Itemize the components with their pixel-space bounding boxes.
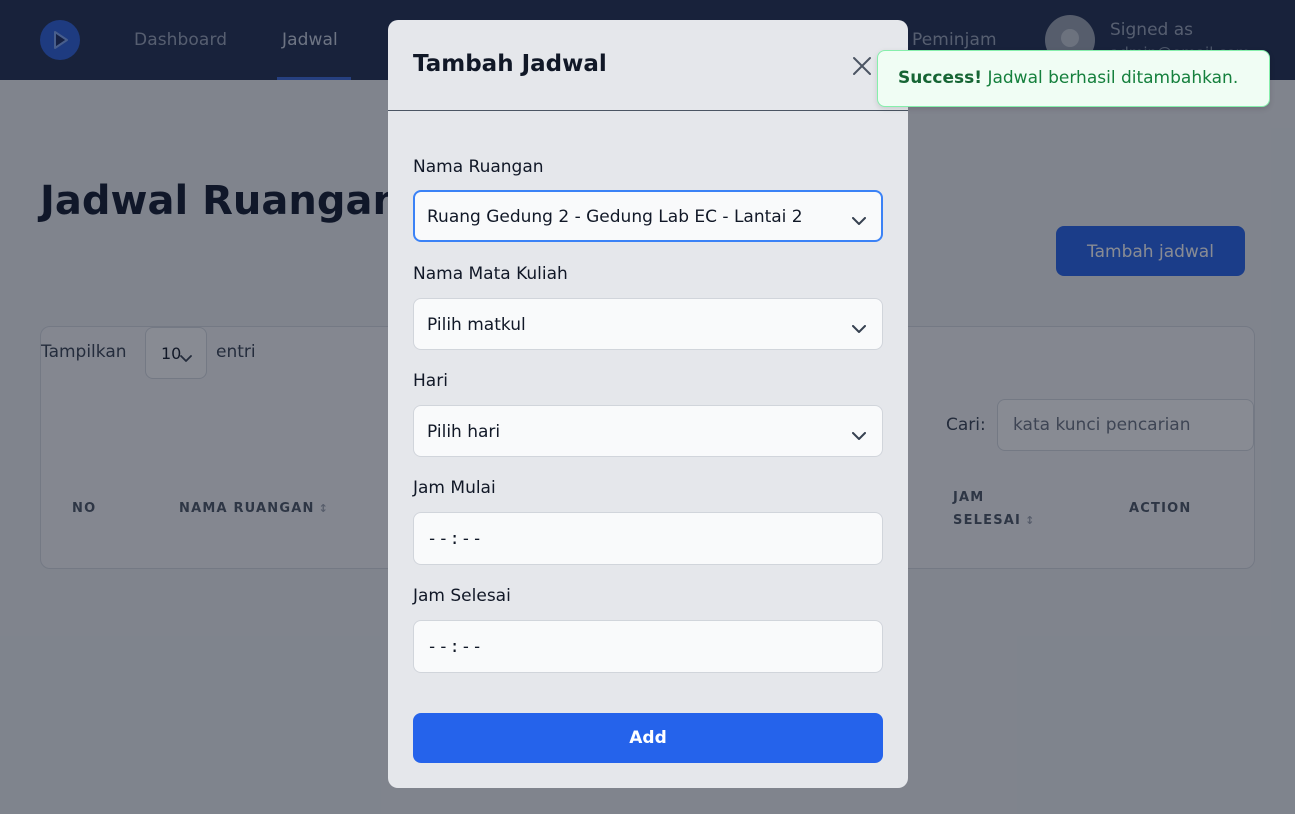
toast-text: Success! Jadwal berhasil ditambahkan. (898, 68, 1238, 88)
day-label: Hari (413, 371, 448, 391)
day-value: Pilih hari (427, 422, 501, 442)
end-time-input[interactable]: --:-- (413, 620, 883, 673)
room-select[interactable]: Ruang Gedung 2 - Gedung Lab EC - Lantai … (413, 190, 883, 242)
room-label: Nama Ruangan (413, 157, 544, 177)
modal-header: Tambah Jadwal (388, 20, 908, 111)
success-toast[interactable]: Success! Jadwal berhasil ditambahkan. (877, 50, 1270, 107)
day-select[interactable]: Pilih hari (413, 405, 883, 457)
modal-title: Tambah Jadwal (413, 51, 607, 77)
course-label: Nama Mata Kuliah (413, 264, 568, 284)
course-value: Pilih matkul (427, 315, 526, 335)
toast-strong: Success! (898, 68, 983, 88)
start-time-value: --:-- (427, 529, 484, 549)
end-time-label: Jam Selesai (413, 586, 511, 606)
close-icon (848, 57, 876, 83)
room-value: Ruang Gedung 2 - Gedung Lab EC - Lantai … (427, 207, 803, 227)
chevron-down-icon (852, 319, 866, 338)
start-time-label: Jam Mulai (413, 478, 496, 498)
toast-message: Jadwal berhasil ditambahkan. (987, 68, 1239, 88)
course-select[interactable]: Pilih matkul (413, 298, 883, 350)
add-button[interactable]: Add (413, 713, 883, 763)
chevron-down-icon (852, 426, 866, 445)
add-schedule-modal: Tambah Jadwal Nama Ruangan Ruang Gedung … (388, 20, 908, 788)
close-button[interactable] (848, 52, 876, 80)
end-time-value: --:-- (427, 637, 484, 657)
start-time-input[interactable]: --:-- (413, 512, 883, 565)
chevron-down-icon (852, 211, 866, 230)
